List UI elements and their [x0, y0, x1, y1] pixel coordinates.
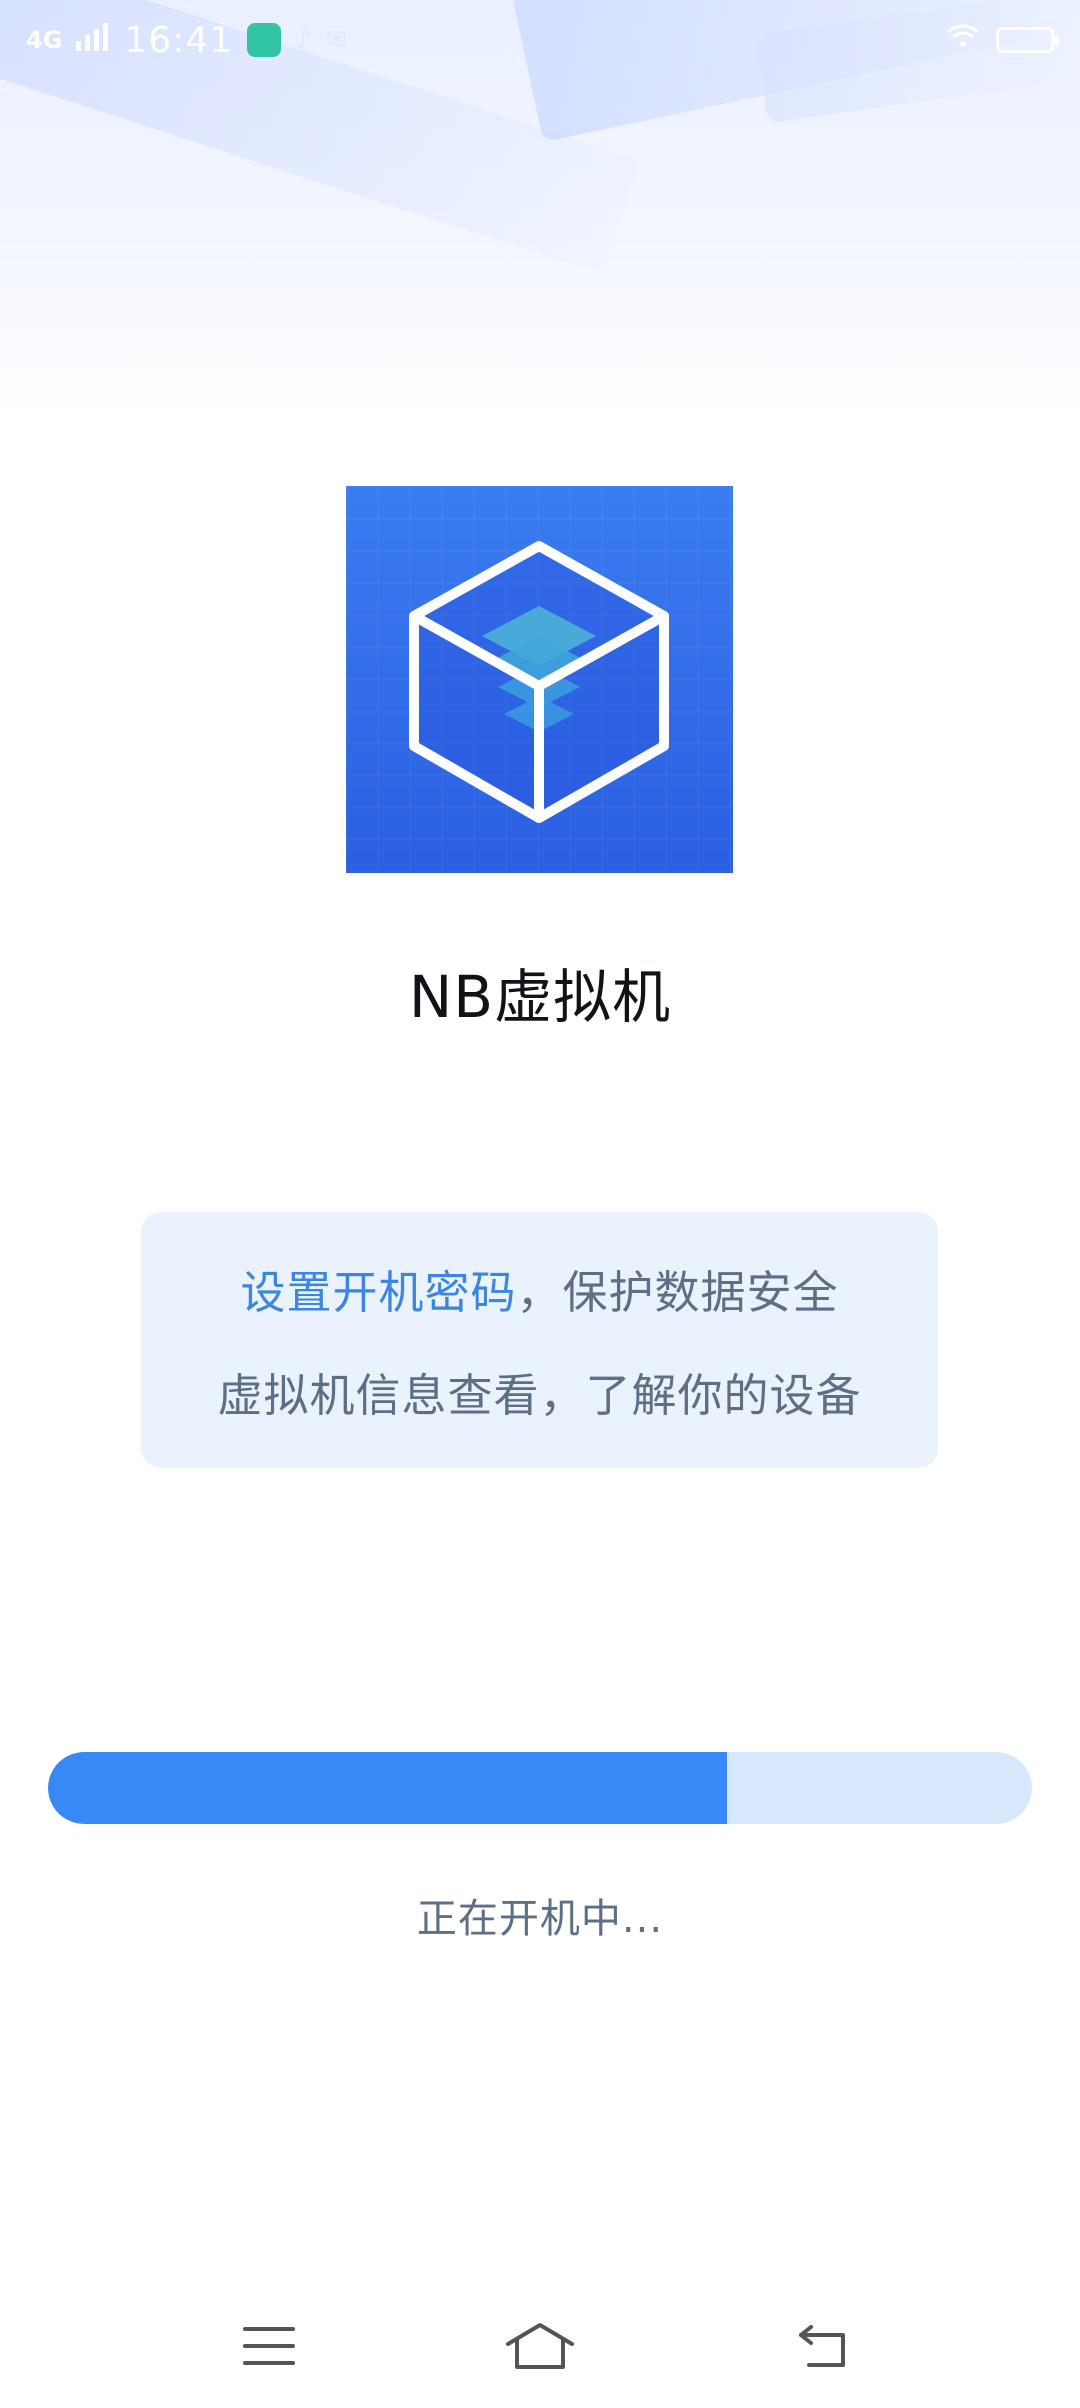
app-name: NB虚拟机: [408, 963, 672, 1031]
boot-progress-bar: [48, 1752, 1032, 1824]
wifi-icon: [946, 24, 980, 57]
tiktok-icon: ♪: [295, 25, 312, 55]
notification-app-icon: [247, 23, 282, 57]
feature-line-1-text: ，保护数据安全: [516, 1266, 839, 1319]
menu-icon: [243, 2327, 295, 2365]
back-icon: [799, 2325, 845, 2367]
system-navigation-bar: [0, 2296, 1080, 2396]
app-logo: [346, 486, 733, 873]
feature-info-card: 设置开机密码，保护数据安全 虚拟机信息查看，了解你的设备: [141, 1212, 938, 1468]
boot-progress-fill: [48, 1752, 727, 1824]
notification-icon: ✉: [325, 25, 348, 55]
boot-status-text: 正在开机中...: [416, 1896, 664, 1942]
status-bar: 4G 16:41 ♪ ✉: [0, 0, 1080, 80]
feature-line-2: 虚拟机信息查看，了解你的设备: [217, 1369, 862, 1422]
menu-button[interactable]: [214, 2306, 324, 2386]
feature-line-1: 设置开机密码，保护数据安全: [240, 1256, 838, 1321]
battery-icon: [996, 27, 1059, 53]
virtual-machine-cube-icon: [409, 541, 669, 823]
network-indicator: 4G: [26, 26, 63, 54]
clock: 16:41: [124, 19, 234, 61]
set-boot-password-link[interactable]: 设置开机密码: [240, 1266, 516, 1319]
home-button[interactable]: [485, 2306, 595, 2386]
signal-icon: [76, 20, 110, 60]
back-button[interactable]: [770, 2306, 880, 2386]
home-icon: [506, 2323, 574, 2369]
